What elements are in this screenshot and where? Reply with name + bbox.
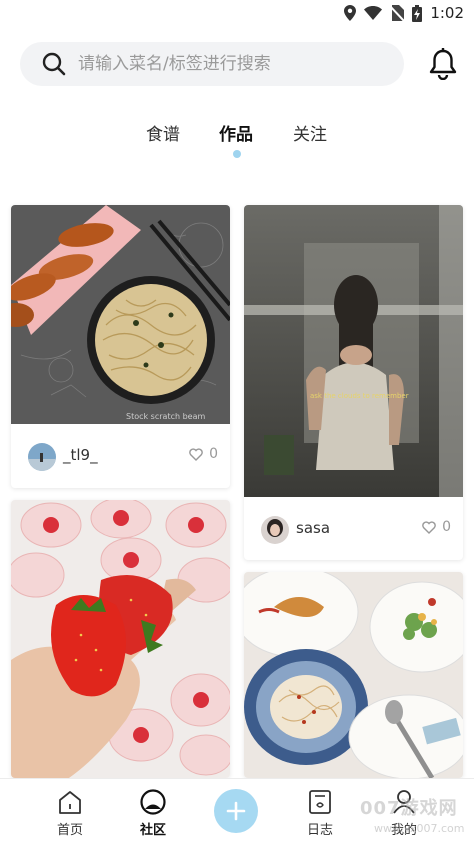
status-time: 1:02	[430, 4, 464, 22]
avatar[interactable]	[28, 443, 56, 471]
nav-diary-label[interactable]: 日志	[290, 819, 350, 838]
no-sim-icon	[390, 5, 405, 21]
like-count: 0	[442, 519, 451, 535]
watermark-url: www.yx007.com	[374, 822, 465, 835]
nav-home-label[interactable]: 首页	[40, 819, 100, 838]
nav-community[interactable]: 社区	[123, 787, 183, 843]
diary-icon[interactable]	[308, 789, 332, 815]
noodles-photo: Stock scratch beam	[11, 205, 230, 424]
post-card[interactable]: Stock scratch beam _tl9_ 0	[11, 205, 230, 488]
username[interactable]: sasa	[296, 519, 330, 537]
post-card[interactable]: ask the clouds to remember sasa 0	[244, 205, 463, 560]
strawberries-photo	[11, 500, 230, 778]
avatar[interactable]	[261, 516, 289, 544]
post-card[interactable]	[11, 500, 230, 778]
post-image-strawberries[interactable]	[11, 500, 230, 778]
watermark: 007游戏网	[360, 798, 458, 819]
wifi-icon	[364, 6, 383, 20]
selfie-photo: ask the clouds to remember	[244, 205, 463, 497]
add-post-button[interactable]	[214, 789, 258, 833]
like-button[interactable]: 0	[422, 519, 451, 535]
post-image-selfie[interactable]: ask the clouds to remember	[244, 205, 463, 497]
photo-caption: ask the clouds to remember	[310, 392, 409, 400]
community-icon[interactable]	[139, 788, 167, 816]
post-footer: _tl9_ 0	[11, 424, 230, 488]
nav-home[interactable]: 首页	[40, 787, 100, 843]
post-card[interactable]	[244, 572, 463, 778]
post-image-noodles[interactable]: Stock scratch beam	[11, 205, 230, 424]
nav-diary[interactable]: 日志	[290, 787, 350, 843]
like-count: 0	[209, 446, 218, 462]
heart-icon[interactable]	[422, 520, 436, 534]
location-icon	[344, 5, 357, 21]
like-button[interactable]: 0	[189, 446, 218, 462]
tab-recipes[interactable]: 食谱	[146, 120, 180, 145]
home-icon[interactable]	[57, 789, 83, 815]
post-footer: sasa 0	[244, 497, 463, 560]
tab-bar: 食谱 作品 关注	[0, 120, 474, 160]
plus-icon[interactable]	[226, 801, 246, 821]
search-icon[interactable]	[42, 52, 66, 76]
bell-icon[interactable]	[428, 48, 458, 80]
heart-icon[interactable]	[189, 447, 203, 461]
svg-text:Stock scratch beam: Stock scratch beam	[126, 412, 205, 421]
status-icons: 1:02	[344, 4, 464, 22]
search-bar[interactable]	[20, 42, 404, 86]
battery-icon	[412, 4, 423, 22]
status-bar: 1:02	[0, 0, 474, 28]
post-image-pasta[interactable]	[244, 572, 463, 778]
tab-follow[interactable]: 关注	[293, 120, 327, 145]
nav-community-label[interactable]: 社区	[123, 819, 183, 838]
search-input[interactable]	[78, 42, 388, 86]
tab-works[interactable]: 作品	[219, 120, 253, 145]
pasta-photo	[244, 572, 463, 778]
active-tab-indicator	[233, 150, 241, 158]
username[interactable]: _tl9_	[63, 446, 98, 464]
